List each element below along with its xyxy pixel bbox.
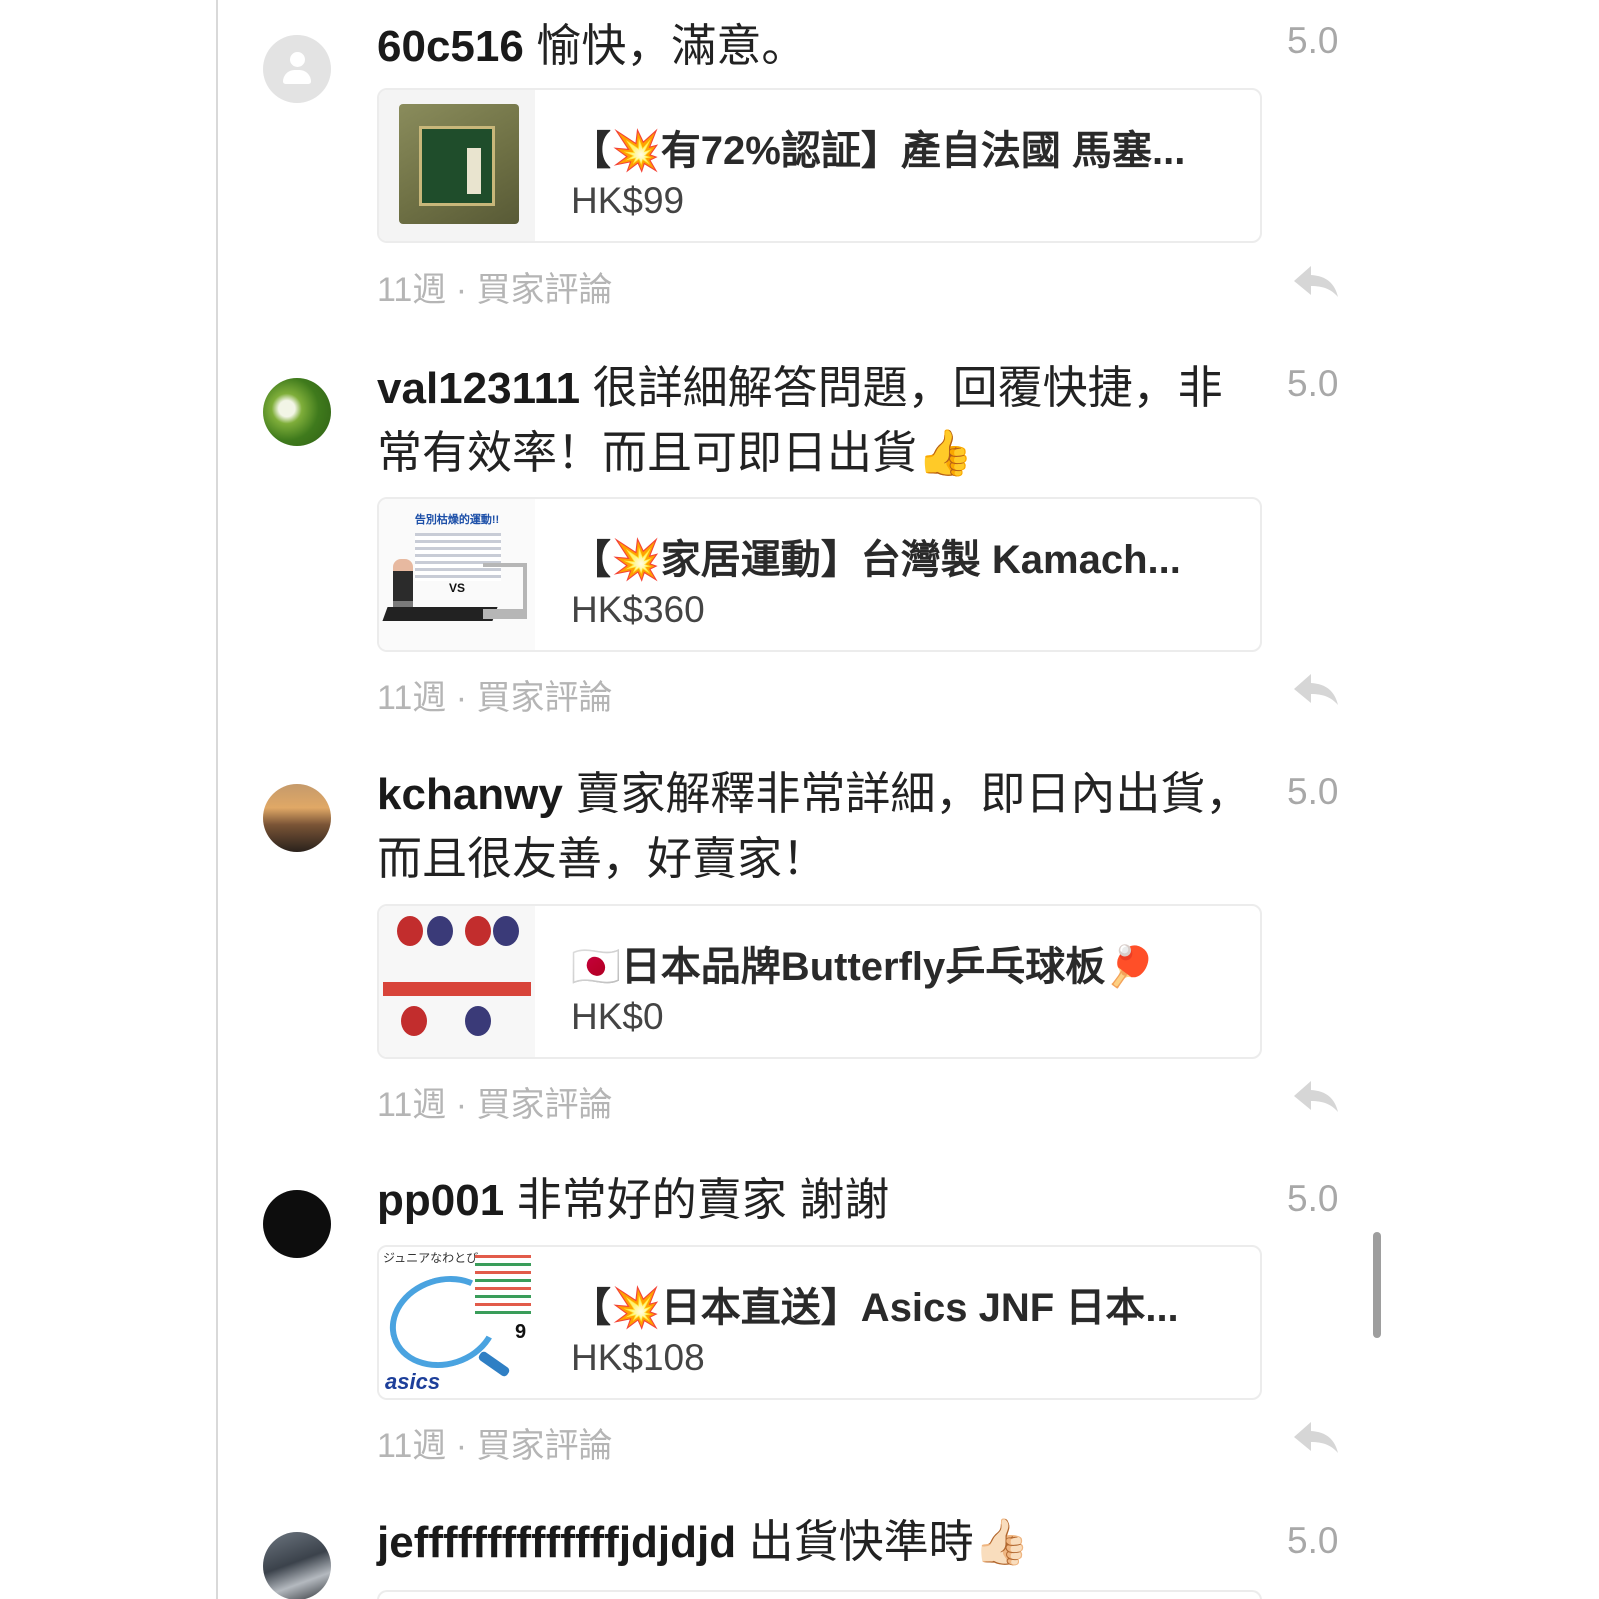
review-comment: 非常好的賣家 謝謝 [516,1174,890,1225]
product-thumbnail: 告別枯燥的運動!! VS [379,499,535,650]
soap-tag [467,148,481,194]
review-text: 60c516 愉快，滿意。 [377,14,1257,79]
content-left-border [216,0,218,1599]
product-price: HK$360 [571,589,705,630]
rating-score: 5.0 [1287,20,1339,61]
username-link[interactable]: pp001 [377,1176,504,1225]
brand-logo: asics [385,1369,441,1394]
review-comment: 出貨快準時👍🏻 [748,1516,1030,1567]
product-title: 【💥有72%認証】產自法國 馬塞... [571,129,1186,173]
review-text: pp001 非常好的賣家 謝謝 [377,1168,1257,1233]
review-text: jeffffffffffffffjdjdjd 出貨快準時👍🏻 [377,1510,1277,1575]
paddle-image [427,916,453,946]
reply-arrow-icon[interactable] [1291,1418,1341,1458]
review-meta: 11週 · 買家評論 [377,271,613,309]
thumbnail-number: 9 [515,1321,527,1343]
product-price: HK$99 [571,180,685,221]
review-text: kchanwy 賣家解釋非常詳細，即日內出貨，而且很友善，好賣家！ [377,762,1257,891]
review-comment: 愉快，滿意。 [536,20,807,71]
reply-arrow-icon[interactable] [1291,670,1341,710]
product-card[interactable]: 🇯🇵日本品牌Butterfly乒乓球板🏓 HK$0 [377,904,1262,1059]
product-title: 🇯🇵日本品牌Butterfly乒乓球板🏓 [571,945,1156,989]
avatar[interactable] [263,35,331,103]
product-thumbnail [379,90,535,241]
username-link[interactable]: val123111 [377,364,580,413]
product-card[interactable] [377,1590,1262,1599]
avatar[interactable] [263,378,331,446]
avatar[interactable] [263,1532,331,1599]
rating-score: 5.0 [1287,363,1339,404]
treadmill-mat [382,607,498,621]
user-silhouette-icon [290,52,305,67]
product-thumbnail [379,906,535,1057]
product-price: HK$108 [571,1337,705,1378]
username-link[interactable]: 60c516 [377,22,524,71]
product-card[interactable]: ジュニアなわとび 9 asics 【💥日本直送】Asics JNF 日本... … [377,1245,1262,1400]
product-title: 【💥家居運動】台灣製 Kamach... [571,538,1181,582]
review-meta: 11週 · 買家評論 [377,1427,613,1465]
rating-score: 5.0 [1287,1520,1339,1561]
product-thumbnail: ジュニアなわとび 9 asics [379,1247,535,1398]
avatar[interactable] [263,1190,331,1258]
user-silhouette-icon-body [283,70,311,84]
rope-handle [477,1350,511,1378]
product-price: HK$0 [571,996,664,1037]
treadmill-machine [483,563,527,619]
product-card[interactable]: 【💥有72%認証】產自法國 馬塞... HK$99 [377,88,1262,243]
paddle-image [465,916,491,946]
thumbnail-caption: 告別枯燥的運動!! [414,514,500,526]
reply-arrow-icon[interactable] [1291,1077,1341,1117]
avatar[interactable] [263,784,331,852]
thumbnail-vs: VS [449,581,466,595]
paddle-image [397,916,423,946]
paddle-image [465,1006,491,1036]
username-link[interactable]: jeffffffffffffffjdjdjd [377,1518,736,1567]
scrollbar-thumb[interactable] [1373,1232,1381,1338]
rating-score: 5.0 [1287,1178,1339,1219]
username-link[interactable]: kchanwy [377,770,563,819]
rating-score: 5.0 [1287,771,1339,812]
reply-arrow-icon[interactable] [1291,262,1341,302]
soap-label [419,126,495,206]
review-meta: 11週 · 買家評論 [377,679,613,717]
thumbnail-caption: ジュニアなわとび [383,1251,479,1265]
review-meta: 11週 · 買家評論 [377,1086,613,1124]
review-text: val123111 很詳細解答問題，回覆快捷，非常有效率！而且可即日出貨👍 [377,356,1257,485]
product-card[interactable]: 告別枯燥的運動!! VS 【💥家居運動】台灣製 Kamach... HK$360 [377,497,1262,652]
paddle-image [401,1006,427,1036]
paddle-image [493,916,519,946]
thumbnail-banner [383,982,531,996]
product-title: 【💥日本直送】Asics JNF 日本... [571,1286,1179,1330]
